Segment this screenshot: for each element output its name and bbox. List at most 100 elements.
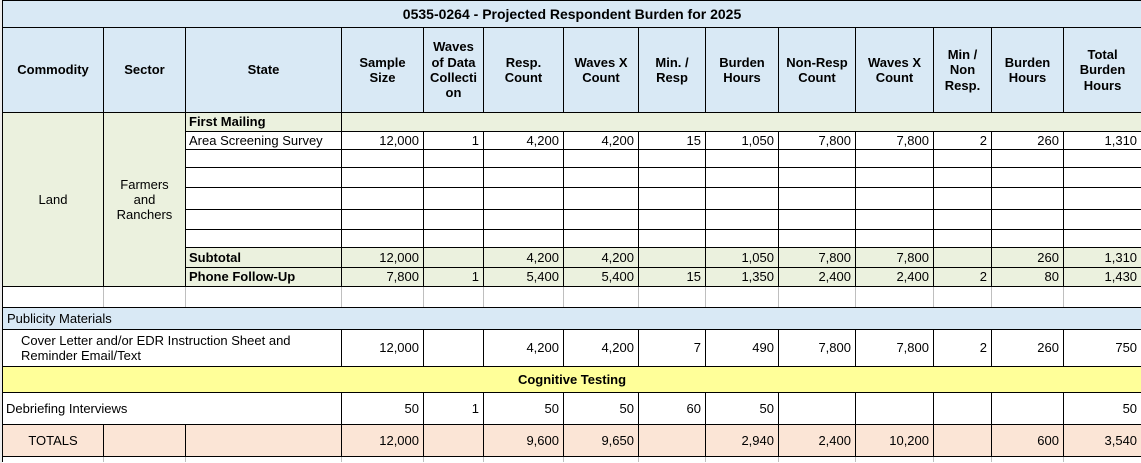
empty-cell [991,209,1064,230]
empty-state-cell [185,229,342,248]
empty-cell [933,392,992,425]
empty-cell [778,392,856,425]
empty-cell [991,149,1064,168]
section-label-publicity-materials: Publicity Materials [1,307,1141,330]
value-cell: 1 [423,267,484,287]
value-cell: 1,310 [1062,131,1141,150]
value-cell: 60 [638,392,706,425]
empty-cell [855,392,934,425]
empty-cell [423,247,484,268]
empty-cell [933,247,992,268]
empty-cell [483,167,564,188]
empty-cell [483,229,564,248]
empty-cell [423,329,484,367]
empty-cell [991,392,1064,425]
value-cell: 2,940 [705,424,779,457]
empty-cell [341,456,424,462]
value-cell: 12,000 [341,329,424,367]
empty-cell [2,286,104,308]
spacer-row [2,286,1141,308]
row-label-subtotal: Subtotal [185,247,342,268]
value-cell: 1,310 [1062,247,1141,268]
value-cell: 12,000 [341,424,424,457]
empty-cell [638,209,706,230]
value-cell: 3,540 [1062,424,1141,457]
empty-cell [1062,187,1141,210]
row-label-phone-follow-up: Phone Follow-Up [185,267,342,287]
empty-cell [341,229,424,248]
column-header-resp-count: Resp. Count [483,27,564,113]
empty-cell [705,187,779,210]
empty-cell [778,167,856,188]
value-cell: 490 [705,329,779,367]
empty-cell [185,456,342,462]
value-cell: 50 [483,392,564,425]
spreadsheet: 0535-0264 - Projected Respondent Burden … [0,0,1141,463]
column-header-sample-size: Sample Size [341,27,424,113]
empty-cell [638,187,706,210]
column-header-state: State [185,27,342,113]
column-header-waves-x-count: Waves X Count [563,27,639,113]
empty-cell [855,286,934,308]
empty-cell [855,229,934,248]
column-header-waves-of-data-collection: Waves of Data Collection [423,27,484,113]
value-cell: 15 [638,267,706,287]
value-cell: 2,400 [778,424,856,457]
empty-cell [991,229,1064,248]
empty-cell [705,229,779,248]
value-cell: 7,800 [778,131,856,150]
column-header-commodity: Commodity [2,27,104,113]
empty-cell [341,167,424,188]
empty-cell [483,209,564,230]
value-cell: 260 [991,247,1064,268]
empty-cell [933,229,992,248]
empty-cell [855,209,934,230]
totals-sector-cell [103,424,186,457]
value-cell: 10,200 [855,424,934,457]
value-cell: 1,430 [1062,267,1141,287]
empty-cell [778,187,856,210]
value-cell: 12,000 [341,247,424,268]
empty-cell [855,456,934,462]
value-cell: 7,800 [778,247,856,268]
empty-cell [483,456,564,462]
value-cell: 600 [991,424,1064,457]
value-cell: 4,200 [483,247,564,268]
empty-cell [423,424,484,457]
value-cell: 4,200 [483,131,564,150]
empty-cell [483,286,564,308]
empty-cell [185,286,342,308]
empty-cell [933,286,992,308]
value-cell: 9,650 [563,424,639,457]
empty-cell [1062,456,1141,462]
empty-cell [423,167,484,188]
empty-cell [638,229,706,248]
empty-state-cell [185,149,342,168]
row-label-debriefing-interviews: Debriefing Interviews [2,392,342,425]
empty-cell [855,187,934,210]
row-label-totals: TOTALS [2,424,104,457]
section-label-cognitive-testing: Cognitive Testing [1,366,1141,393]
empty-cell [638,247,706,268]
value-cell: 4,200 [483,329,564,367]
empty-cell [991,456,1064,462]
value-cell: 7,800 [855,131,934,150]
partial-bottom-row [2,456,1141,462]
empty-cell [991,286,1064,308]
title-row: 0535-0264 - Projected Respondent Burden … [1,0,1141,28]
value-cell: 9,600 [483,424,564,457]
value-cell: 7,800 [855,329,934,367]
value-cell: 1 [423,392,484,425]
commodity-cell: Land [2,112,104,287]
value-cell: 2,400 [778,267,856,287]
row-label-cover-letter: Cover Letter and/or EDR Instruction Shee… [2,329,342,367]
empty-cell [563,456,639,462]
empty-cell [933,209,992,230]
cognitive-testing-band-row: Cognitive Testing [1,366,1141,393]
publicity-materials-band-row: Publicity Materials [1,307,1141,330]
first-mailing-band-row: Land Farmers and Ranchers First Mailing [2,112,1141,287]
empty-cell [933,424,992,457]
empty-cell [341,286,424,308]
column-header-burden-hours-nonresp: Burden Hours [991,27,1064,113]
row-label-area-screening-survey: Area Screening Survey [185,131,342,150]
